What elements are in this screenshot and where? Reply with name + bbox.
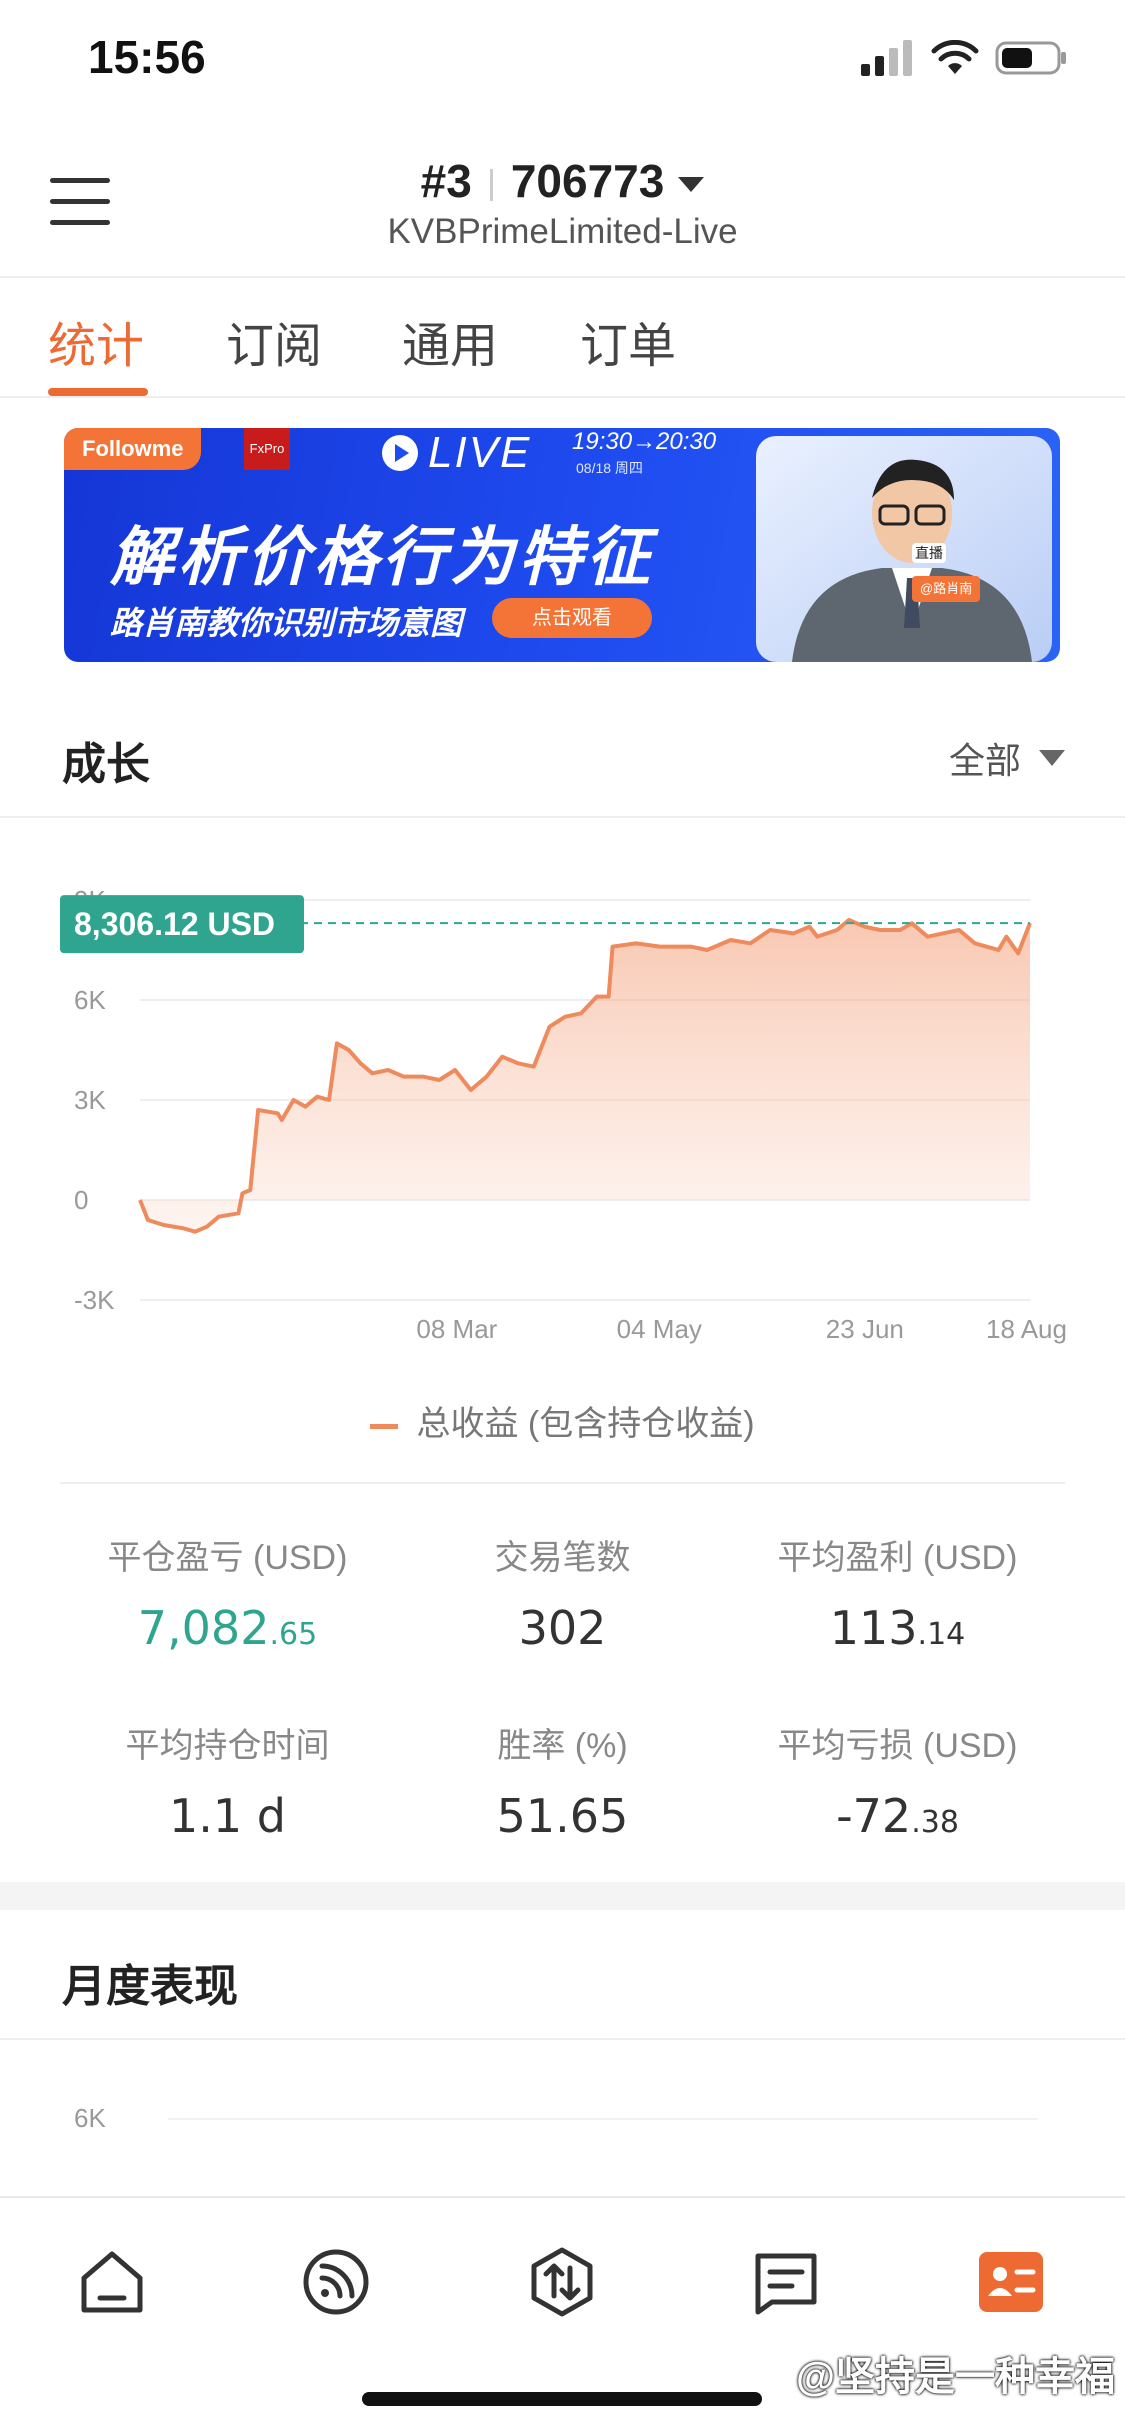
divider (489, 168, 493, 201)
feed-icon[interactable] (300, 2246, 372, 2318)
stat-trade-count: 交易笔数 302 (494, 1539, 631, 1655)
promo-banner[interactable]: Followme FxPro LIVE 19:30→20:30 08/18 周四… (64, 428, 1060, 662)
host-portrait (756, 436, 1052, 662)
section-separator (0, 1882, 1125, 1910)
stat-avg-holding-time: 平均持仓时间 1.1 d (125, 1727, 330, 1843)
tab-statistics[interactable]: 统计 (48, 306, 144, 376)
followme-logo: Followme (64, 428, 202, 470)
active-tab-indicator (48, 388, 148, 396)
stat-avg-loss: 平均亏损 (USD) -72.38 (777, 1727, 1018, 1843)
y-tick-label: -3K (74, 1285, 115, 1315)
battery-icon (995, 41, 1066, 75)
home-indicator[interactable] (362, 2392, 762, 2406)
wifi-icon (931, 40, 979, 74)
live-time: 19:30→20:30 (572, 428, 717, 455)
fxpro-logo: FxPro (244, 428, 290, 470)
host-name-badge: @路肖南 (912, 576, 981, 602)
growth-chart: 9K6K3K0-3K08 Mar04 May23 Jun18 Aug8,306.… (60, 885, 1067, 1344)
watch-button[interactable]: 点击观看 (492, 598, 652, 638)
x-tick-label: 08 Mar (416, 1314, 497, 1344)
account-id: 706773 (510, 155, 665, 207)
period-filter-dropdown[interactable]: 全部 (949, 732, 1065, 784)
chart-legend: 总收益 (包含持仓收益) (0, 1396, 1125, 1445)
stat-win-rate: 胜率 (%) 51.65 (496, 1727, 629, 1843)
cellular-signal-icon (861, 40, 912, 76)
monthly-title: 月度表现 (62, 1962, 238, 2011)
live-badge: 直播 (912, 543, 946, 563)
stat-closed-pnl: 平仓盈亏 (USD) 7,082.65 (107, 1539, 348, 1655)
x-tick-label: 23 Jun (826, 1314, 904, 1344)
current-value-label: 8,306.12 USD (74, 906, 275, 942)
stats-grid: 平仓盈亏 (USD) 7,082.65 交易笔数 302 平均盈利 (USD) … (60, 1482, 1065, 1872)
live-date: 08/18 周四 (576, 460, 643, 476)
y-tick-label: 6K (74, 985, 106, 1015)
account-rank: #3 (420, 155, 472, 207)
growth-title: 成长 (62, 740, 150, 789)
legend-swatch (370, 1423, 399, 1429)
live-label: LIVE (382, 428, 531, 478)
monthly-gridline (168, 2118, 1038, 2120)
dropdown-arrow-icon (1039, 750, 1065, 766)
tab-general[interactable]: 通用 (402, 306, 498, 376)
monthly-section-header: 月度表现 (0, 1910, 1125, 2028)
growth-section-header: 成长 全部 (0, 696, 1125, 814)
x-tick-label: 04 May (617, 1314, 702, 1344)
legend-label: 总收益 (包含持仓收益) (416, 1405, 755, 1443)
tab-orders[interactable]: 订单 (580, 306, 676, 376)
play-icon (382, 435, 418, 471)
banner-subtitle: 路肖南教你识别市场意图 (110, 605, 463, 641)
watermark-text: @坚持是一种幸福 (795, 2355, 1115, 2399)
status-time: 15:56 (88, 31, 206, 83)
banner-title: 解析价格行为特征 (110, 521, 654, 593)
dropdown-arrow-icon (678, 177, 705, 193)
x-tick-label: 18 Aug (986, 1314, 1067, 1344)
y-tick-label: 0 (74, 1185, 88, 1215)
account-selector[interactable]: #3 706773 (0, 154, 1125, 208)
y-tick-label: 3K (74, 1085, 106, 1115)
messages-icon[interactable] (750, 2246, 822, 2318)
home-icon[interactable] (76, 2246, 148, 2318)
tab-subscribe[interactable]: 订阅 (226, 306, 322, 376)
divider (0, 816, 1125, 818)
stat-avg-profit: 平均盈利 (USD) 113.14 (777, 1539, 1018, 1655)
status-bar: 15:56 (0, 0, 1125, 120)
tab-bar: 统计 订阅 通用 订单 (0, 280, 1125, 398)
profile-card-icon[interactable] (975, 2246, 1047, 2318)
account-server: KVBPrimeLimited-Live (387, 212, 738, 251)
monthly-y-tick: 6K (74, 2103, 106, 2133)
series-area (140, 920, 1030, 1232)
trade-icon[interactable] (526, 2246, 598, 2318)
divider (0, 2038, 1125, 2040)
status-icons (861, 40, 1067, 76)
account-header: #3 706773 KVBPrimeLimited-Live (0, 130, 1125, 278)
